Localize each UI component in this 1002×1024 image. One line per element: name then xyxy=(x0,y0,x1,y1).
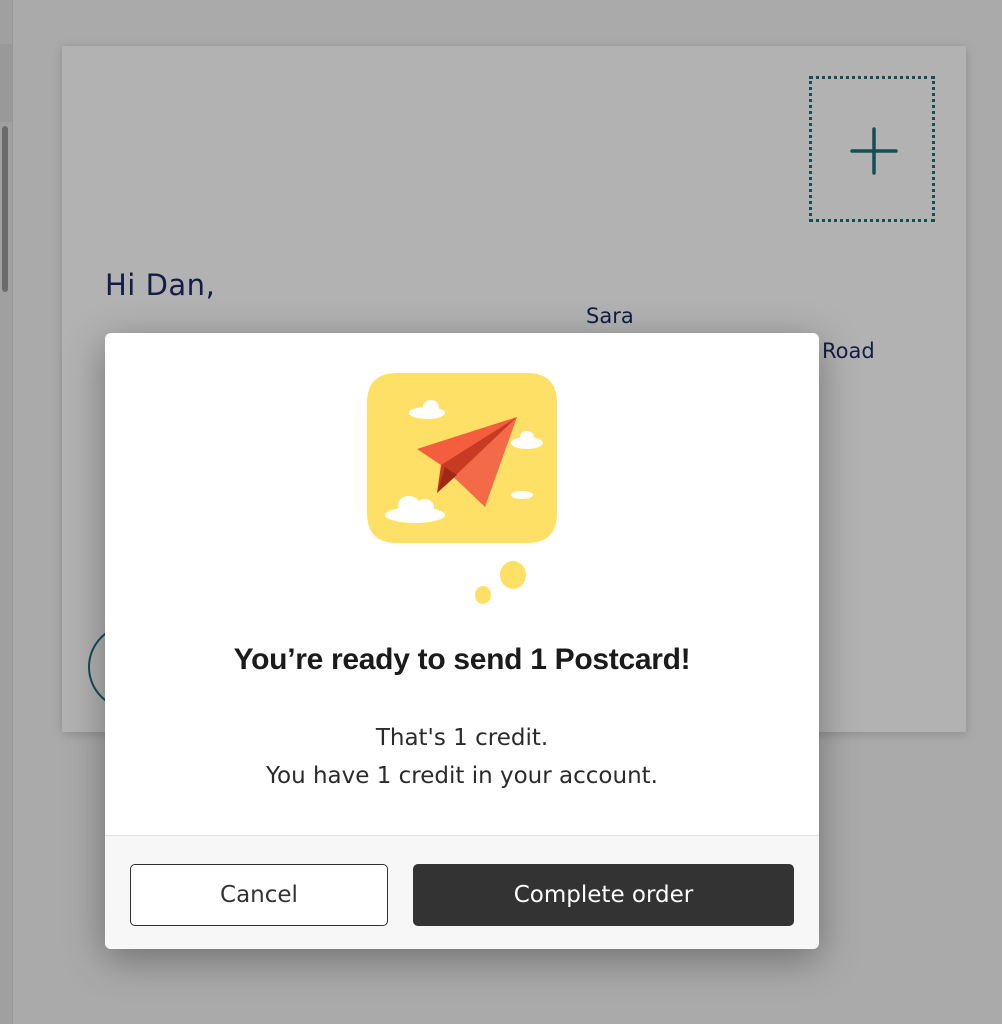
dialog-title: You’re ready to send 1 Postcard! xyxy=(233,643,691,676)
paper-plane-icon xyxy=(367,373,557,604)
complete-order-button[interactable]: Complete order xyxy=(413,864,794,926)
dialog-footer: Cancel Complete order xyxy=(105,835,819,949)
cancel-button[interactable]: Cancel xyxy=(130,864,388,926)
credit-balance-text: You have 1 credit in your account. xyxy=(266,763,658,789)
confirm-order-dialog: You’re ready to send 1 Postcard! That's … xyxy=(105,333,819,949)
credit-cost-text: That's 1 credit. xyxy=(375,725,549,751)
